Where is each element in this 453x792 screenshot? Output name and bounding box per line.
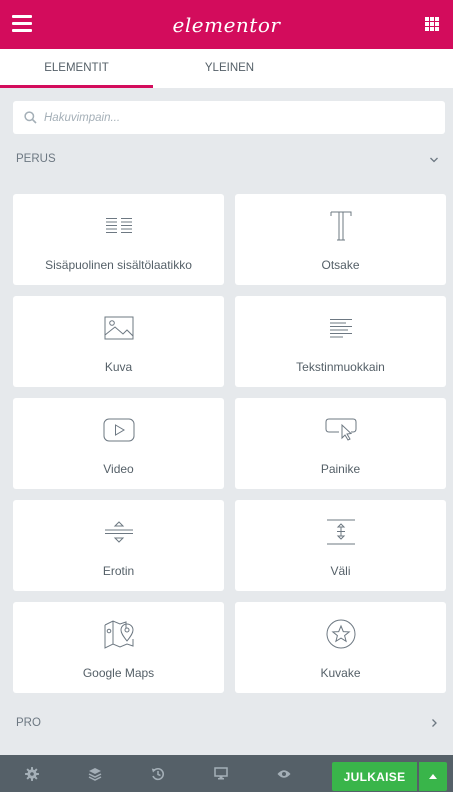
widget-grid: Sisäpuolinen sisältölaatikko Otsake Kuva (13, 194, 446, 693)
google-maps-icon (104, 620, 134, 649)
tab-global[interactable]: YLEINEN (153, 49, 306, 88)
hamburger-menu-icon[interactable] (12, 15, 32, 33)
widget-label: Sisäpuolinen sisältölaatikko (45, 258, 192, 272)
widget-button[interactable]: Painike (235, 398, 446, 489)
publish-options-button[interactable] (419, 762, 447, 791)
divider-icon (104, 521, 133, 543)
publish-button[interactable]: JULKAISE (332, 762, 417, 791)
top-bar: elementor (0, 0, 453, 49)
widget-label: Video (103, 462, 134, 476)
responsive-icon (213, 767, 228, 780)
widget-label: Kuvake (320, 666, 361, 680)
panel-tabs: ELEMENTIT YLEINEN (0, 49, 453, 88)
widget-label: Kuva (104, 360, 133, 374)
widgets-grid-icon[interactable] (425, 17, 439, 31)
navigator-button[interactable] (63, 755, 126, 792)
text-editor-icon (329, 319, 352, 338)
elementor-logo: elementor (172, 12, 281, 37)
widget-label: Otsake (321, 258, 360, 272)
section-title-pro[interactable]: PRO (16, 717, 41, 729)
star-icon (326, 619, 355, 649)
widget-label: Google Maps (82, 666, 155, 680)
search-icon (24, 111, 37, 124)
chevron-right-icon[interactable] (429, 718, 439, 728)
image-icon (104, 316, 133, 340)
widget-heading[interactable]: Otsake (235, 194, 446, 285)
widget-icon[interactable]: Kuvake (235, 602, 446, 693)
history-icon (151, 767, 164, 780)
widget-text-editor[interactable]: Tekstinmuokkain (235, 296, 446, 387)
preview-icon (277, 769, 290, 778)
settings-icon (24, 766, 39, 781)
heading-icon (330, 211, 351, 241)
responsive-mode-button[interactable] (189, 755, 252, 792)
video-icon (103, 418, 134, 442)
history-button[interactable] (126, 755, 189, 792)
widget-label: Erotin (102, 564, 135, 578)
spacer-icon (326, 519, 355, 545)
search-box (13, 101, 445, 134)
widget-label: Painike (320, 462, 361, 476)
widget-label: Väli (330, 564, 351, 578)
chevron-down-icon[interactable] (429, 155, 439, 165)
preview-button[interactable] (252, 755, 315, 792)
button-icon (325, 418, 356, 441)
widget-google-maps[interactable]: Google Maps (13, 602, 224, 693)
widget-image[interactable]: Kuva (13, 296, 224, 387)
inner-section-icon (105, 218, 132, 233)
widget-inner-section[interactable]: Sisäpuolinen sisältölaatikko (13, 194, 224, 285)
section-title-perus[interactable]: PERUS (16, 153, 56, 165)
settings-button[interactable] (0, 755, 63, 792)
widget-spacer[interactable]: Väli (235, 500, 446, 591)
widget-label: Tekstinmuokkain (296, 360, 385, 374)
widget-video[interactable]: Video (13, 398, 224, 489)
tab-elements[interactable]: ELEMENTIT (0, 49, 153, 88)
caret-up-icon (429, 774, 437, 779)
navigator-icon (88, 767, 101, 781)
search-input[interactable] (44, 111, 424, 124)
widget-divider[interactable]: Erotin (13, 500, 224, 591)
